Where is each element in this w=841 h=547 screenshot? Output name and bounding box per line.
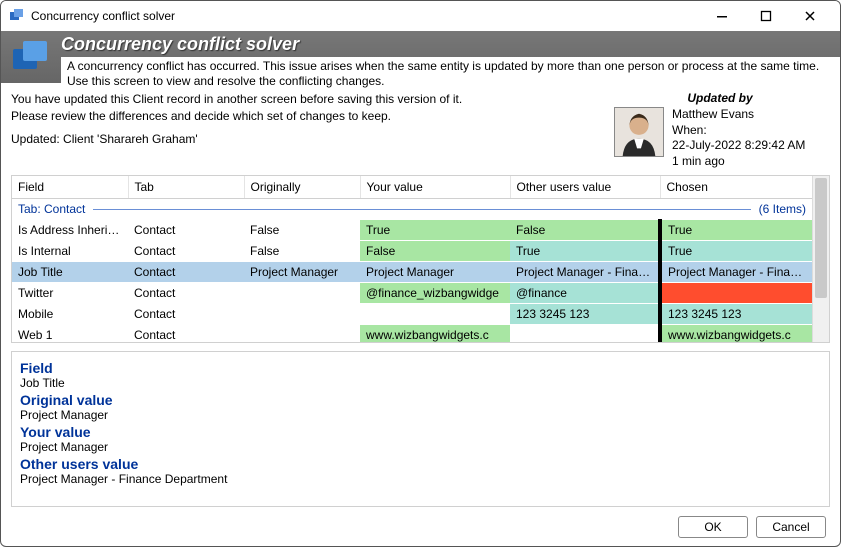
cell-your-value[interactable]: Project Manager (360, 262, 510, 283)
cell-field[interactable]: Twitter (12, 283, 128, 304)
cell-chosen[interactable]: 123 3245 123 (660, 304, 812, 325)
cell-originally[interactable] (244, 283, 360, 304)
grid-scrollbar[interactable] (812, 176, 829, 342)
info-line-2: Please review the differences and decide… (11, 108, 610, 125)
cell-tab[interactable]: Contact (128, 325, 244, 343)
table-row[interactable]: MobileContact 123 3245 123123 3245 123 (12, 304, 812, 325)
group-count: (6 Items) (751, 202, 806, 216)
detail-field-label: Field (20, 360, 821, 376)
banner: Concurrency conflict solver A concurrenc… (1, 31, 840, 83)
window-close-button[interactable] (788, 1, 832, 31)
col-orig[interactable]: Originally (244, 176, 360, 199)
cell-other-value[interactable]: @finance (510, 283, 660, 304)
window-titlebar: Concurrency conflict solver (1, 1, 840, 31)
table-row[interactable]: Is InternalContactFalseFalseTrueTrue (12, 241, 812, 262)
col-chosen[interactable]: Chosen (660, 176, 812, 199)
table-row[interactable]: Job TitleContactProject ManagerProject M… (12, 262, 812, 283)
cell-originally[interactable]: Project Manager (244, 262, 360, 283)
cell-other-value[interactable]: True (510, 241, 660, 262)
cell-tab[interactable]: Contact (128, 262, 244, 283)
col-field[interactable]: Field (12, 176, 128, 199)
cell-chosen[interactable]: True (660, 220, 812, 241)
cell-field[interactable]: Web 1 (12, 325, 128, 343)
table-row[interactable]: TwitterContact @finance_wizbangwidge@fina… (12, 283, 812, 304)
updated-by-name: Matthew Evans (672, 107, 805, 123)
conflict-solver-window: Concurrency conflict solver Concurrency … (0, 0, 841, 547)
banner-icon (1, 31, 61, 83)
cell-chosen[interactable]: True (660, 241, 812, 262)
cell-field[interactable]: Is Internal (12, 241, 128, 262)
cell-tab[interactable]: Contact (128, 304, 244, 325)
group-label: Tab: Contact (18, 202, 93, 216)
col-your[interactable]: Your value (360, 176, 510, 199)
detail-field-value: Job Title (20, 376, 821, 390)
grid-scrollbar-thumb[interactable] (815, 178, 827, 298)
ok-button[interactable]: OK (678, 516, 748, 538)
cell-originally[interactable]: False (244, 241, 360, 262)
table-header-row[interactable]: Field Tab Originally Your value Other us… (12, 176, 812, 199)
cell-your-value[interactable]: www.wizbangwidgets.c (360, 325, 510, 343)
detail-pane: Field Job Title Original value Project M… (11, 351, 830, 507)
cell-other-value[interactable]: False (510, 220, 660, 241)
cell-originally[interactable]: False (244, 220, 360, 241)
cell-field[interactable]: Mobile (12, 304, 128, 325)
info-line-1: You have updated this Client record in a… (11, 91, 610, 108)
cell-chosen[interactable]: www.wizbangwidgets.c (660, 325, 812, 343)
updated-when-value: 22-July-2022 8:29:42 AM (672, 138, 805, 154)
cell-chosen[interactable] (660, 283, 812, 304)
cell-your-value[interactable]: False (360, 241, 510, 262)
cell-field[interactable]: Job Title (12, 262, 128, 283)
detail-original-value: Project Manager (20, 408, 821, 422)
avatar (614, 107, 664, 157)
table-row[interactable]: Web 1Contact www.wizbangwidgets.c www.wizb… (12, 325, 812, 343)
group-row[interactable]: Tab: Contact (6 Items) (12, 199, 812, 220)
cell-your-value[interactable] (360, 304, 510, 325)
detail-other-value: Project Manager - Finance Department (20, 472, 821, 486)
dialog-buttons: OK Cancel (678, 516, 826, 538)
cell-other-value[interactable] (510, 325, 660, 343)
window-title: Concurrency conflict solver (31, 9, 175, 23)
conflict-table[interactable]: Field Tab Originally Your value Other us… (12, 176, 812, 342)
updated-relative: 1 min ago (672, 154, 805, 170)
col-tab[interactable]: Tab (128, 176, 244, 199)
cell-tab[interactable]: Contact (128, 283, 244, 304)
banner-title: Concurrency conflict solver (61, 31, 840, 55)
table-row[interactable]: Is Address Inherite...ContactFalseTrueFa… (12, 220, 812, 241)
cell-field[interactable]: Is Address Inherite... (12, 220, 128, 241)
updated-when-label: When: (672, 123, 805, 139)
detail-other-label: Other users value (20, 456, 821, 472)
cell-your-value[interactable]: True (360, 220, 510, 241)
cell-other-value[interactable]: Project Manager - Finan... (510, 262, 660, 283)
detail-original-label: Original value (20, 392, 821, 408)
cell-tab[interactable]: Contact (128, 241, 244, 262)
info-line-3: Updated: Client 'Sharareh Graham' (11, 131, 610, 148)
col-other[interactable]: Other users value (510, 176, 660, 199)
cell-originally[interactable] (244, 325, 360, 343)
window-maximize-button[interactable] (744, 1, 788, 31)
cancel-button[interactable]: Cancel (756, 516, 826, 538)
app-icon (9, 8, 25, 24)
detail-your-value: Project Manager (20, 440, 821, 454)
updated-by-label: Updated by (610, 91, 830, 105)
cell-chosen[interactable]: Project Manager - Finan... (660, 262, 812, 283)
cell-your-value[interactable]: @finance_wizbangwidge (360, 283, 510, 304)
detail-your-label: Your value (20, 424, 821, 440)
cell-other-value[interactable]: 123 3245 123 (510, 304, 660, 325)
cell-originally[interactable] (244, 304, 360, 325)
info-strip: You have updated this Client record in a… (1, 83, 840, 173)
window-minimize-button[interactable] (700, 1, 744, 31)
cell-tab[interactable]: Contact (128, 220, 244, 241)
conflict-grid: Field Tab Originally Your value Other us… (11, 175, 830, 343)
updated-by-panel: Updated by Matthew Evans When: 22-July-2… (610, 91, 830, 169)
info-message: You have updated this Client record in a… (11, 91, 610, 169)
